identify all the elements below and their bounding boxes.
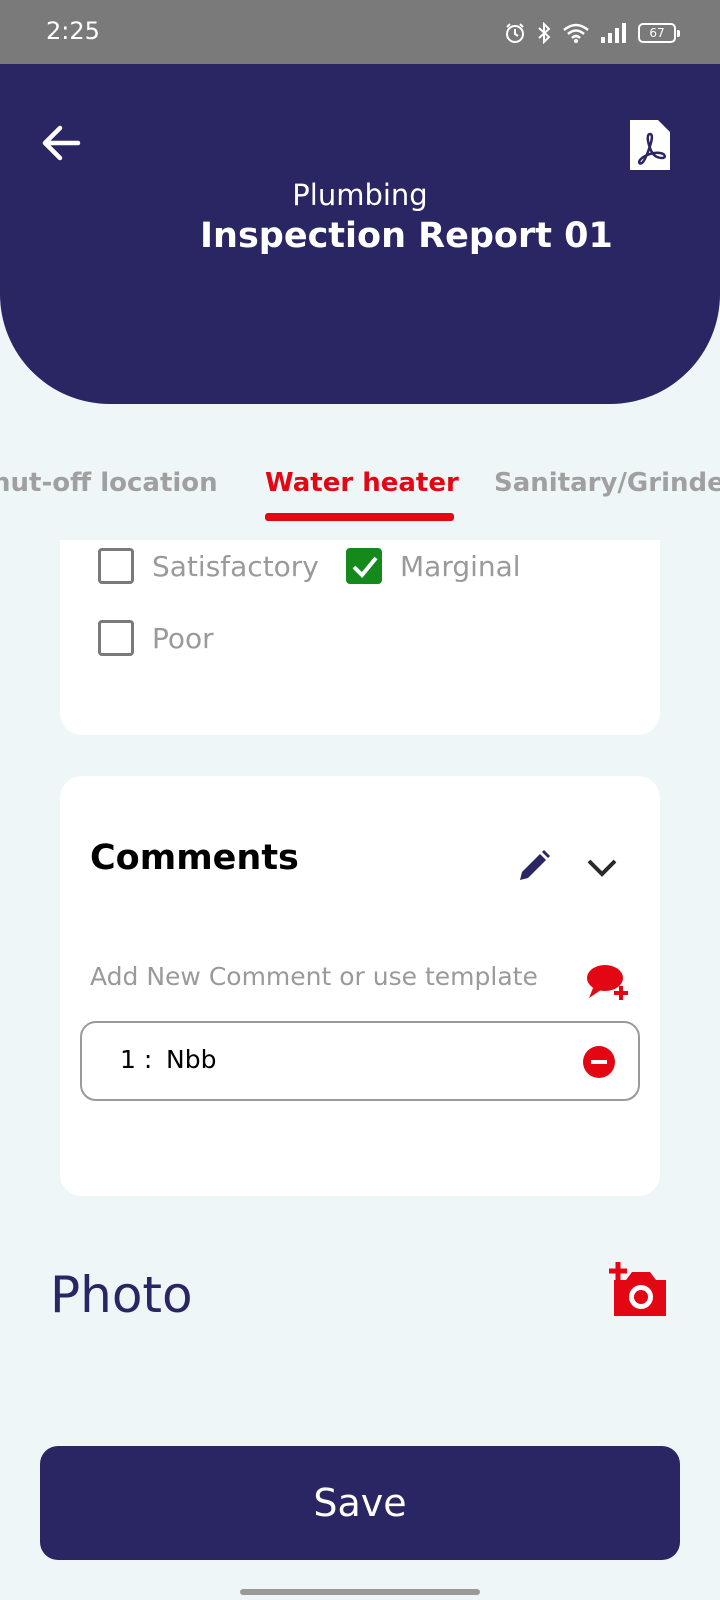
signal-icon (601, 23, 626, 43)
section-tabs: hut-off location Water heater Sanitary/G… (0, 460, 720, 530)
checkmark-icon (352, 556, 378, 578)
tab-water-heater[interactable]: Water heater (265, 468, 459, 498)
comment-number: 1 : (120, 1045, 153, 1074)
add-comment-icon[interactable] (585, 962, 631, 1002)
option-label: Poor (152, 621, 214, 655)
battery-icon: 67 (638, 23, 680, 43)
option-label: Satisfactory (152, 549, 319, 583)
status-bar: 2:25 67 (0, 0, 720, 64)
add-comment-input[interactable]: Add New Comment or use template (90, 962, 538, 991)
checkbox-satisfactory[interactable] (98, 548, 134, 584)
alarm-icon (506, 23, 524, 43)
checkbox-poor[interactable] (98, 620, 134, 656)
bluetooth-icon (538, 22, 551, 44)
active-tab-indicator (265, 513, 454, 521)
status-icons: 67 (504, 18, 680, 48)
header-subtitle: Plumbing (292, 178, 428, 212)
header-title: Inspection Report 01 (200, 216, 613, 256)
wifi-icon (563, 23, 589, 43)
comment-text: Nbb (166, 1045, 217, 1074)
comment-list-item[interactable]: 1 : Nbb (80, 1021, 640, 1101)
checkbox-marginal[interactable] (346, 548, 382, 584)
save-button[interactable]: Save (40, 1446, 680, 1560)
option-marginal[interactable]: Marginal (346, 548, 521, 584)
option-label: Marginal (400, 549, 521, 583)
add-photo-camera-icon[interactable] (608, 1262, 670, 1318)
photo-label: Photo (50, 1266, 193, 1324)
comments-card: Comments Add New Comment or use template… (60, 776, 660, 1196)
chevron-down-icon[interactable] (584, 852, 620, 882)
remove-comment-icon[interactable] (582, 1045, 616, 1079)
tab-sanitary-grinder[interactable]: Sanitary/Grinde (494, 468, 720, 498)
option-poor[interactable]: Poor (98, 620, 214, 656)
option-satisfactory[interactable]: Satisfactory (98, 548, 319, 584)
condition-card: Satisfactory Marginal Poor (60, 540, 660, 735)
tab-shut-off-location[interactable]: hut-off location (0, 468, 218, 498)
home-indicator[interactable] (240, 1589, 480, 1595)
back-arrow-icon[interactable] (38, 120, 84, 166)
status-time: 2:25 (46, 17, 100, 45)
comments-title: Comments (90, 838, 299, 878)
header: Plumbing Inspection Report 01 (0, 64, 720, 404)
pdf-icon[interactable] (628, 118, 672, 172)
pencil-icon[interactable] (516, 848, 552, 884)
